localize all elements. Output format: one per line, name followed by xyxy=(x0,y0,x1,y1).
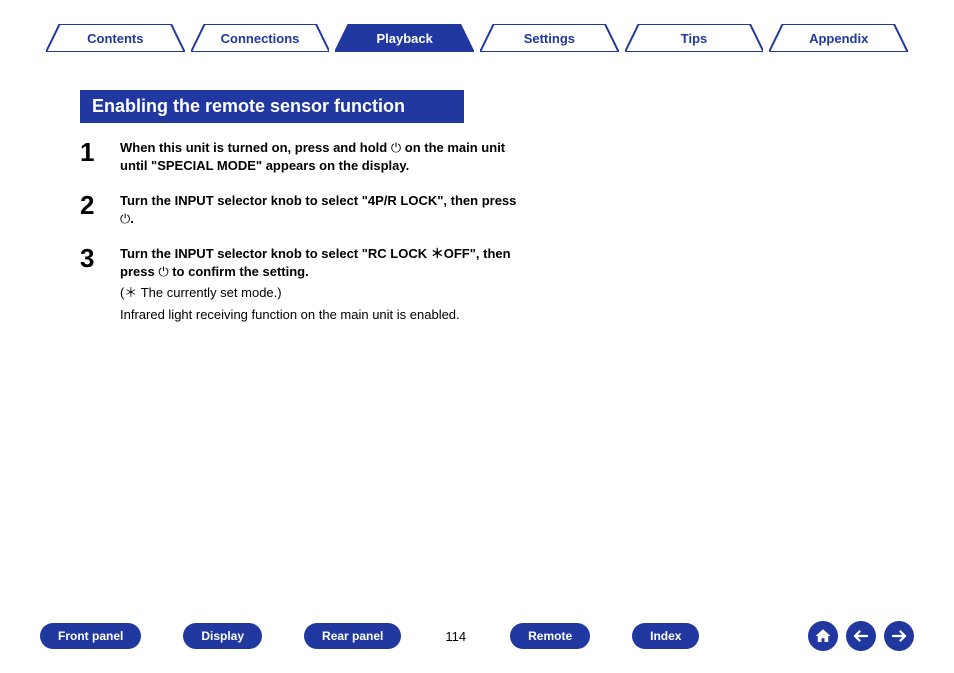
tab-label: Settings xyxy=(480,24,619,52)
tab-tips[interactable]: Tips xyxy=(625,24,764,52)
tab-label: Connections xyxy=(191,24,330,52)
step-number: 2 xyxy=(80,192,102,218)
home-button[interactable] xyxy=(808,621,838,651)
top-tabs: Contents Connections Playback Settings xyxy=(40,24,914,52)
tab-appendix[interactable]: Appendix xyxy=(769,24,908,52)
tab-contents[interactable]: Contents xyxy=(46,24,185,52)
step-2: 2 Turn the INPUT selector knob to select… xyxy=(80,192,520,227)
tab-label: Tips xyxy=(625,24,764,52)
bottom-nav: Front panel Display Rear panel 114 Remot… xyxy=(40,621,914,651)
power-icon: ⏻ xyxy=(120,211,130,226)
tab-connections[interactable]: Connections xyxy=(191,24,330,52)
link-index[interactable]: Index xyxy=(632,623,699,649)
power-icon: ⏻ xyxy=(158,264,168,279)
tab-label: Contents xyxy=(46,24,185,52)
link-display[interactable]: Display xyxy=(183,623,262,649)
steps-list: 1 When this unit is turned on, press and… xyxy=(80,139,520,323)
prev-button[interactable] xyxy=(846,621,876,651)
step-text: Turn the INPUT selector knob to select "… xyxy=(120,193,516,226)
link-remote[interactable]: Remote xyxy=(510,623,590,649)
step-text: When this unit is turned on, press and h… xyxy=(120,140,505,173)
arrow-right-icon xyxy=(890,627,908,645)
tab-label: Playback xyxy=(335,24,474,52)
link-rear-panel[interactable]: Rear panel xyxy=(304,623,401,649)
tab-playback[interactable]: Playback xyxy=(335,24,474,52)
step-3: 3 Turn the INPUT selector knob to select… xyxy=(80,245,520,323)
tab-settings[interactable]: Settings xyxy=(480,24,619,52)
link-front-panel[interactable]: Front panel xyxy=(40,623,141,649)
tab-label: Appendix xyxy=(769,24,908,52)
home-icon xyxy=(814,627,832,645)
arrow-left-icon xyxy=(852,627,870,645)
step-note: (＊ The currently set mode.) xyxy=(120,284,520,302)
step-note: Infrared light receiving function on the… xyxy=(120,306,520,324)
step-number: 3 xyxy=(80,245,102,271)
next-button[interactable] xyxy=(884,621,914,651)
step-number: 1 xyxy=(80,139,102,165)
page-number: 114 xyxy=(445,629,466,644)
step-1: 1 When this unit is turned on, press and… xyxy=(80,139,520,174)
section-title: Enabling the remote sensor function xyxy=(80,90,464,123)
power-icon: ⏻ xyxy=(391,140,401,155)
step-text: Turn the INPUT selector knob to select "… xyxy=(120,246,511,279)
